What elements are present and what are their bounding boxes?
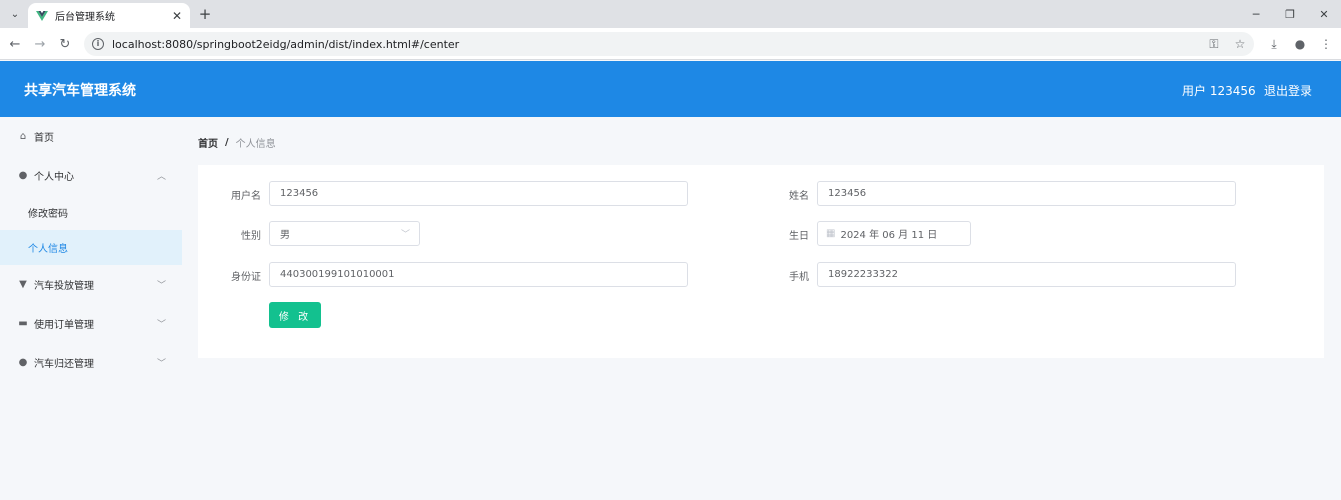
sidebar-subitem-label: 个人信息 xyxy=(28,244,68,255)
logout-button[interactable]: 退出登录 xyxy=(1264,82,1312,99)
username-value: 123456 xyxy=(280,188,319,199)
sidebar-subitem-personal-info[interactable]: 个人信息 xyxy=(0,230,182,265)
restore-icon[interactable]: ❐ xyxy=(1273,0,1307,28)
address-bar[interactable]: i localhost:8080/springboot2eidg/admin/d… xyxy=(84,32,1254,56)
forward-icon[interactable]: → xyxy=(31,35,49,53)
name-input[interactable]: 123456 xyxy=(817,181,1236,206)
chevron-down-icon: ﹀ xyxy=(156,319,166,330)
user-icon: ● xyxy=(18,169,28,181)
breadcrumb: 首页 / 个人信息 xyxy=(198,135,276,150)
download-icon[interactable]: ⤓ xyxy=(1265,35,1283,53)
sidebar-item-car-deploy[interactable]: ▼ 汽车投放管理 ﹀ xyxy=(0,265,182,303)
gender-select[interactable]: 男 ﹀ xyxy=(269,221,420,246)
idcard-input[interactable]: 440300199101010001 xyxy=(269,262,688,287)
submit-button[interactable]: 修 改 xyxy=(269,302,321,328)
monitor-icon: ▬ xyxy=(18,317,28,329)
sidebar: ⌂ 首页 ● 个人中心 ︿ 修改密码 个人信息 ▼ 汽车投放管理 ﹀ ▬ 使用订… xyxy=(0,117,182,500)
chevron-up-icon: ︿ xyxy=(156,171,166,182)
browser-tab[interactable]: 后台管理系统 ✕ xyxy=(28,3,190,28)
name-label: 姓名 xyxy=(789,191,809,202)
sidebar-subitem-change-password[interactable]: 修改密码 xyxy=(0,195,182,230)
browser-tabbar: ⌄ 后台管理系统 ✕ + ─ ❐ ✕ xyxy=(0,0,1341,28)
breadcrumb-separator: / xyxy=(225,137,229,148)
birthday-value: 2024 年 06 月 11 日 xyxy=(840,230,938,241)
sidebar-item-label: 个人中心 xyxy=(34,171,74,183)
bookmark-star-icon[interactable]: ☆ xyxy=(1232,36,1248,52)
birthday-label: 生日 xyxy=(789,231,809,242)
window-controls: ─ ❐ ✕ xyxy=(1239,0,1341,28)
user-icon: ● xyxy=(18,356,28,368)
more-menu-icon[interactable]: ⋮ xyxy=(1317,35,1335,53)
name-value: 123456 xyxy=(828,188,867,199)
chevron-down-icon: ﹀ xyxy=(156,280,166,291)
phone-label: 手机 xyxy=(789,272,809,283)
omnibox-actions: ⚿ ☆ xyxy=(1206,36,1248,52)
sidebar-subitem-label: 修改密码 xyxy=(28,209,68,220)
sidebar-item-label: 汽车投放管理 xyxy=(34,280,94,292)
username-label: 用户名 xyxy=(231,191,261,202)
sidebar-item-home[interactable]: ⌂ 首页 xyxy=(0,117,182,155)
minimize-icon[interactable]: ─ xyxy=(1239,0,1273,28)
header-username: 用户 123456 xyxy=(1182,84,1256,98)
idcard-label: 身份证 xyxy=(231,272,261,283)
gender-value: 男 xyxy=(280,230,290,241)
birthday-datepicker[interactable]: ▦ 2024 年 06 月 11 日 xyxy=(817,221,971,246)
sidebar-item-personal-center[interactable]: ● 个人中心 ︿ xyxy=(0,156,182,194)
username-input[interactable]: 123456 xyxy=(269,181,688,206)
reload-icon[interactable]: ↻ xyxy=(56,35,74,53)
browser-toolbar: ← → ↻ i localhost:8080/springboot2eidg/a… xyxy=(0,28,1341,60)
tab-close-icon[interactable]: ✕ xyxy=(170,9,184,23)
breadcrumb-home[interactable]: 首页 xyxy=(198,135,218,150)
window-close-icon[interactable]: ✕ xyxy=(1307,0,1341,28)
app-title: 共享汽车管理系统 xyxy=(24,83,136,99)
sidebar-item-car-return[interactable]: ● 汽车归还管理 ﹀ xyxy=(0,343,182,381)
chevron-down-icon: ﹀ xyxy=(156,358,166,369)
back-icon[interactable]: ← xyxy=(6,35,24,53)
app-header: 共享汽车管理系统 用户 123456 退出登录 xyxy=(0,61,1341,117)
profile-icon[interactable]: ● xyxy=(1291,35,1309,53)
vue-logo-icon xyxy=(36,10,48,21)
calendar-icon: ▦ xyxy=(826,228,836,239)
url-text[interactable]: localhost:8080/springboot2eidg/admin/dis… xyxy=(112,38,459,51)
toolbar-actions: ⤓ ● ⋮ xyxy=(1265,35,1335,53)
phone-value: 18922233322 xyxy=(828,269,898,280)
chevron-down-icon: ﹀ xyxy=(400,230,410,240)
sidebar-item-label: 汽车归还管理 xyxy=(34,358,94,370)
sidebar-item-label: 使用订单管理 xyxy=(34,319,94,331)
site-info-icon[interactable]: i xyxy=(92,38,104,50)
key-icon[interactable]: ⚿ xyxy=(1206,36,1222,52)
phone-input[interactable]: 18922233322 xyxy=(817,262,1236,287)
profile-form: 用户名 123456 姓名 123456 性别 男 ﹀ 生日 ▦ 2024 年 … xyxy=(198,165,1324,358)
home-icon: ⌂ xyxy=(19,130,27,142)
new-tab-icon[interactable]: + xyxy=(197,5,213,23)
tab-search-icon[interactable]: ⌄ xyxy=(6,5,24,23)
gender-label: 性别 xyxy=(241,231,261,242)
tab-title: 后台管理系统 xyxy=(55,12,115,23)
sidebar-item-orders[interactable]: ▬ 使用订单管理 ﹀ xyxy=(0,304,182,342)
breadcrumb-current: 个人信息 xyxy=(235,139,276,150)
idcard-value: 440300199101010001 xyxy=(280,269,395,280)
car-icon: ▼ xyxy=(19,278,27,290)
sidebar-item-label: 首页 xyxy=(34,132,54,144)
